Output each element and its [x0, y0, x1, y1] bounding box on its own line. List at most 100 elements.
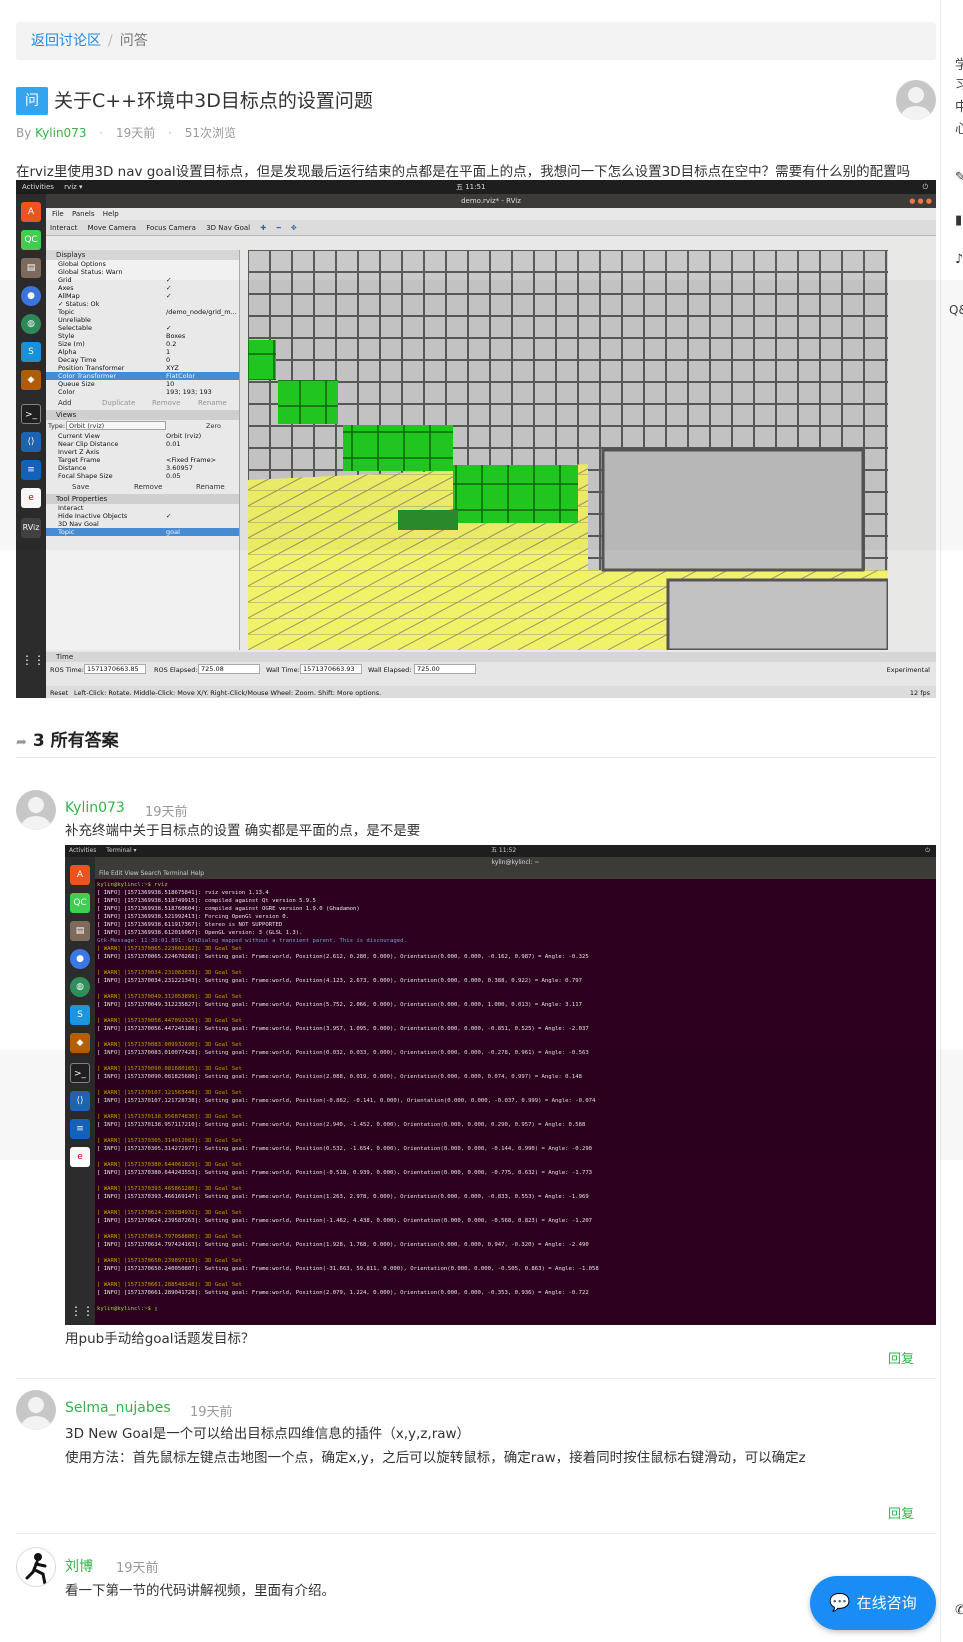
author-avatar[interactable]: [896, 80, 936, 120]
view-row[interactable]: Distance 3.60957: [46, 464, 239, 472]
answer-author-link[interactable]: Selma_nujabes: [65, 1400, 171, 1416]
breadcrumb-back-link[interactable]: 返回讨论区: [31, 33, 101, 49]
display-row[interactable]: Topic/demo_node/grid_m...: [46, 308, 239, 316]
property-key: Interact: [58, 504, 84, 512]
tool-3d-nav-goal[interactable]: 3D Nav Goal: [206, 224, 250, 232]
display-row[interactable]: Grid ✓: [46, 276, 239, 284]
phone-icon[interactable]: ✆: [955, 1603, 963, 1618]
display-row[interactable]: Position Transformer XYZ: [46, 364, 239, 372]
ros-time-field[interactable]: 1571370663.85: [84, 664, 146, 674]
display-row[interactable]: Size (m) 0.2: [46, 340, 239, 348]
rename-display-button[interactable]: Rename: [198, 399, 227, 407]
add-display-button[interactable]: Add: [58, 399, 72, 407]
plus-icon[interactable]: ✚: [260, 224, 266, 232]
breadcrumb: 返回讨论区 / 问答: [16, 22, 936, 60]
question-badge: 问: [16, 87, 48, 115]
rviz-3d-view[interactable]: [248, 250, 928, 650]
view-row[interactable]: Near Clip Distance 0.01: [46, 440, 239, 448]
default-avatar-icon: [901, 87, 931, 120]
terminal-line: kylin@kylincl:~$ ▯: [97, 1306, 158, 1312]
view-row[interactable]: Current View Orbit (rviz): [46, 432, 239, 440]
display-row[interactable]: AllMap ✓: [46, 292, 239, 300]
bell-icon[interactable]: ♪: [955, 252, 963, 267]
ubuntu-dock: A QC ▤ ● ◍ S ◆ >_ ⟨⟩ ≡ e RViz ⋮⋮: [16, 194, 46, 698]
views-zero-button[interactable]: Zero: [206, 422, 221, 430]
save-view-button[interactable]: Save: [72, 483, 89, 491]
minus-icon[interactable]: ━: [276, 224, 280, 232]
terminal-line: [ WARN] [1571370056.447092325]: 3D Goal …: [97, 1018, 242, 1024]
views-type-select[interactable]: Orbit (rviz): [66, 421, 166, 430]
property-value: 193; 193; 193: [166, 388, 212, 396]
reply-button[interactable]: 回复: [888, 1348, 914, 1367]
answer-avatar[interactable]: [16, 1390, 56, 1430]
tool-row[interactable]: Interact: [46, 504, 239, 512]
display-row[interactable]: Decay Time 0: [46, 356, 239, 364]
rename-view-button[interactable]: Rename: [196, 483, 225, 491]
sidebar-char[interactable]: 中: [955, 96, 963, 115]
sidebar-char[interactable]: 学: [955, 54, 963, 73]
duplicate-display-button[interactable]: Duplicate: [102, 399, 135, 407]
answer-avatar[interactable]: [16, 1547, 56, 1587]
display-row[interactable]: Unreliable: [46, 316, 239, 324]
terminal-menubar[interactable]: File Edit View Search Terminal Help: [95, 869, 936, 879]
online-consult-button[interactable]: 💬 在线咨询: [810, 1576, 936, 1630]
crosshair-icon[interactable]: ✥: [291, 224, 297, 232]
globe-icon: ◍: [21, 314, 41, 334]
display-row[interactable]: Alpha 1: [46, 348, 239, 356]
property-value: 1: [166, 348, 171, 356]
terminal-line: [ INFO] [1571370083.010077428]: Setting …: [97, 1050, 589, 1056]
eclipse-icon: e: [21, 488, 41, 508]
answer-author-link[interactable]: Kylin073: [65, 800, 125, 816]
divider: [16, 1378, 936, 1379]
display-row[interactable]: Color Transformer FlatColor: [46, 372, 239, 380]
terminal-line: kylin@kylincl:~$ rviz: [97, 882, 168, 888]
qa-link[interactable]: Q&: [949, 303, 963, 317]
terminal-line: [ INFO] [1571370661.289041728]: Setting …: [97, 1290, 589, 1296]
wall-elapsed-field[interactable]: 725.00: [414, 664, 476, 674]
property-key: Near Clip Distance: [58, 440, 119, 448]
answer-text: 补充终端中关于目标点的设置 确实都是平面的点，是不是要: [65, 823, 421, 839]
tool-focus-camera[interactable]: Focus Camera: [146, 224, 196, 232]
ros-elapsed-field[interactable]: 725.08: [198, 664, 260, 674]
tool-row[interactable]: Hide Inactive Objects ✓: [46, 512, 239, 520]
wall-time-field[interactable]: 1571370663.93: [300, 664, 362, 674]
answer-avatar[interactable]: [16, 790, 56, 830]
menu-file[interactable]: File: [52, 210, 64, 218]
view-row[interactable]: Focal Shape Size 0.05: [46, 472, 239, 480]
answer-text: 看一下第一节的代码讲解视频，里面有介绍。: [65, 1583, 335, 1599]
menu-help[interactable]: Help: [103, 210, 119, 218]
question-author-link[interactable]: Kylin073: [35, 126, 86, 140]
reset-button[interactable]: Reset: [50, 689, 68, 697]
answer-author-link[interactable]: 刘博: [65, 1556, 93, 1576]
display-row[interactable]: Queue Size 10: [46, 380, 239, 388]
display-row[interactable]: Global Options: [46, 260, 239, 268]
property-value: 10: [166, 380, 175, 388]
menu-panels[interactable]: Panels: [72, 210, 95, 218]
experimental-checkbox[interactable]: Experimental: [887, 666, 930, 674]
sidebar-char[interactable]: 心: [955, 118, 963, 137]
tool-move-camera[interactable]: Move Camera: [88, 224, 136, 232]
tool-row[interactable]: Topic goal: [46, 528, 239, 536]
view-row[interactable]: Target Frame <Fixed Frame>: [46, 456, 239, 464]
display-row[interactable]: ✓ Status: Ok: [46, 300, 239, 308]
display-row[interactable]: Color 193; 193; 193: [46, 388, 239, 396]
display-row[interactable]: Global Status: Warn: [46, 268, 239, 276]
tool-interact[interactable]: Interact: [50, 224, 77, 232]
terminal-clock: 五 11:52: [491, 847, 517, 854]
reply-button[interactable]: 回复: [888, 1503, 914, 1522]
book-icon[interactable]: ▮: [955, 213, 962, 228]
display-row[interactable]: Selectable ✓: [46, 324, 239, 332]
remove-view-button[interactable]: Remove: [134, 483, 162, 491]
skype-icon: S: [70, 1005, 90, 1025]
property-key: Color: [58, 388, 75, 396]
view-row[interactable]: Invert Z Axis: [46, 448, 239, 456]
display-row[interactable]: Style Boxes: [46, 332, 239, 340]
breadcrumb-current: 问答: [119, 33, 148, 49]
sidebar-char[interactable]: 习: [955, 74, 963, 93]
tool-row[interactable]: 3D Nav Goal: [46, 520, 239, 528]
remove-display-button[interactable]: Remove: [152, 399, 180, 407]
display-row[interactable]: Axes ✓: [46, 284, 239, 292]
pencil-icon[interactable]: ✎: [955, 170, 963, 185]
